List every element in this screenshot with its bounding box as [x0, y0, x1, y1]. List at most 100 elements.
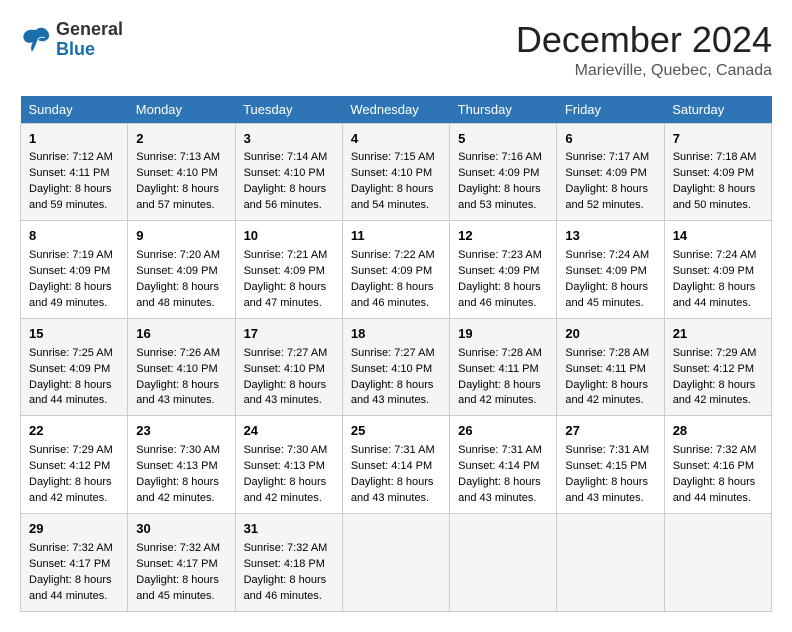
calendar-cell: 1Sunrise: 7:12 AMSunset: 4:11 PMDaylight…	[21, 123, 128, 221]
calendar-cell: 4Sunrise: 7:15 AMSunset: 4:10 PMDaylight…	[342, 123, 449, 221]
sunrise-text: Sunrise: 7:14 AM	[244, 151, 328, 163]
sunrise-text: Sunrise: 7:16 AM	[458, 151, 542, 163]
daylight-text: Daylight: 8 hours and 56 minutes.	[244, 183, 327, 211]
day-number: 26	[458, 422, 548, 441]
sunrise-text: Sunrise: 7:26 AM	[136, 347, 220, 359]
sunrise-text: Sunrise: 7:15 AM	[351, 151, 435, 163]
sunrise-text: Sunrise: 7:32 AM	[244, 542, 328, 554]
sunrise-text: Sunrise: 7:32 AM	[673, 444, 757, 456]
calendar-header-row: SundayMondayTuesdayWednesdayThursdayFrid…	[21, 96, 772, 124]
day-number: 20	[565, 325, 655, 344]
calendar-cell: 6Sunrise: 7:17 AMSunset: 4:09 PMDaylight…	[557, 123, 664, 221]
daylight-text: Daylight: 8 hours and 52 minutes.	[565, 183, 648, 211]
column-header-thursday: Thursday	[450, 96, 557, 124]
day-number: 13	[565, 227, 655, 246]
sunset-text: Sunset: 4:14 PM	[458, 460, 539, 472]
calendar-cell: 24Sunrise: 7:30 AMSunset: 4:13 PMDayligh…	[235, 416, 342, 514]
calendar-cell: 23Sunrise: 7:30 AMSunset: 4:13 PMDayligh…	[128, 416, 235, 514]
sunset-text: Sunset: 4:10 PM	[244, 167, 325, 179]
sunrise-text: Sunrise: 7:19 AM	[29, 249, 113, 261]
calendar-cell: 14Sunrise: 7:24 AMSunset: 4:09 PMDayligh…	[664, 221, 771, 319]
sunrise-text: Sunrise: 7:18 AM	[673, 151, 757, 163]
daylight-text: Daylight: 8 hours and 53 minutes.	[458, 183, 541, 211]
sunrise-text: Sunrise: 7:25 AM	[29, 347, 113, 359]
day-number: 31	[244, 520, 334, 539]
sunset-text: Sunset: 4:09 PM	[351, 265, 432, 277]
day-number: 5	[458, 130, 548, 149]
sunrise-text: Sunrise: 7:31 AM	[565, 444, 649, 456]
day-number: 8	[29, 227, 119, 246]
daylight-text: Daylight: 8 hours and 50 minutes.	[673, 183, 756, 211]
calendar-cell: 7Sunrise: 7:18 AMSunset: 4:09 PMDaylight…	[664, 123, 771, 221]
column-header-wednesday: Wednesday	[342, 96, 449, 124]
calendar-cell: 17Sunrise: 7:27 AMSunset: 4:10 PMDayligh…	[235, 318, 342, 416]
daylight-text: Daylight: 8 hours and 44 minutes.	[673, 281, 756, 309]
calendar-cell: 13Sunrise: 7:24 AMSunset: 4:09 PMDayligh…	[557, 221, 664, 319]
day-number: 1	[29, 130, 119, 149]
day-number: 15	[29, 325, 119, 344]
column-header-saturday: Saturday	[664, 96, 771, 124]
daylight-text: Daylight: 8 hours and 42 minutes.	[136, 476, 219, 504]
daylight-text: Daylight: 8 hours and 43 minutes.	[351, 476, 434, 504]
day-number: 18	[351, 325, 441, 344]
location-subtitle: Marieville, Quebec, Canada	[516, 62, 772, 80]
sunrise-text: Sunrise: 7:29 AM	[29, 444, 113, 456]
daylight-text: Daylight: 8 hours and 44 minutes.	[29, 574, 112, 602]
sunrise-text: Sunrise: 7:31 AM	[351, 444, 435, 456]
sunrise-text: Sunrise: 7:28 AM	[565, 347, 649, 359]
calendar-cell: 21Sunrise: 7:29 AMSunset: 4:12 PMDayligh…	[664, 318, 771, 416]
daylight-text: Daylight: 8 hours and 42 minutes.	[673, 379, 756, 407]
sunset-text: Sunset: 4:09 PM	[244, 265, 325, 277]
sunrise-text: Sunrise: 7:32 AM	[136, 542, 220, 554]
sunrise-text: Sunrise: 7:12 AM	[29, 151, 113, 163]
day-number: 22	[29, 422, 119, 441]
sunset-text: Sunset: 4:10 PM	[136, 167, 217, 179]
calendar-cell: 28Sunrise: 7:32 AMSunset: 4:16 PMDayligh…	[664, 416, 771, 514]
daylight-text: Daylight: 8 hours and 44 minutes.	[29, 379, 112, 407]
sunrise-text: Sunrise: 7:17 AM	[565, 151, 649, 163]
sunset-text: Sunset: 4:09 PM	[136, 265, 217, 277]
calendar-cell: 5Sunrise: 7:16 AMSunset: 4:09 PMDaylight…	[450, 123, 557, 221]
sunrise-text: Sunrise: 7:28 AM	[458, 347, 542, 359]
daylight-text: Daylight: 8 hours and 43 minutes.	[351, 379, 434, 407]
sunset-text: Sunset: 4:10 PM	[244, 363, 325, 375]
day-number: 2	[136, 130, 226, 149]
day-number: 10	[244, 227, 334, 246]
day-number: 6	[565, 130, 655, 149]
sunrise-text: Sunrise: 7:21 AM	[244, 249, 328, 261]
day-number: 3	[244, 130, 334, 149]
sunset-text: Sunset: 4:18 PM	[244, 558, 325, 570]
day-number: 19	[458, 325, 548, 344]
daylight-text: Daylight: 8 hours and 46 minutes.	[351, 281, 434, 309]
sunset-text: Sunset: 4:16 PM	[673, 460, 754, 472]
logo-blue-text: Blue	[56, 39, 95, 59]
day-number: 17	[244, 325, 334, 344]
sunset-text: Sunset: 4:17 PM	[136, 558, 217, 570]
sunset-text: Sunset: 4:09 PM	[673, 265, 754, 277]
calendar-cell	[664, 513, 771, 611]
day-number: 7	[673, 130, 763, 149]
sunset-text: Sunset: 4:13 PM	[244, 460, 325, 472]
day-number: 11	[351, 227, 441, 246]
daylight-text: Daylight: 8 hours and 46 minutes.	[244, 574, 327, 602]
day-number: 21	[673, 325, 763, 344]
calendar-cell: 16Sunrise: 7:26 AMSunset: 4:10 PMDayligh…	[128, 318, 235, 416]
sunset-text: Sunset: 4:09 PM	[29, 265, 110, 277]
day-number: 12	[458, 227, 548, 246]
day-number: 23	[136, 422, 226, 441]
daylight-text: Daylight: 8 hours and 42 minutes.	[458, 379, 541, 407]
calendar-cell: 9Sunrise: 7:20 AMSunset: 4:09 PMDaylight…	[128, 221, 235, 319]
sunset-text: Sunset: 4:12 PM	[29, 460, 110, 472]
calendar-cell: 18Sunrise: 7:27 AMSunset: 4:10 PMDayligh…	[342, 318, 449, 416]
calendar-cell: 29Sunrise: 7:32 AMSunset: 4:17 PMDayligh…	[21, 513, 128, 611]
calendar-cell	[342, 513, 449, 611]
sunrise-text: Sunrise: 7:31 AM	[458, 444, 542, 456]
daylight-text: Daylight: 8 hours and 43 minutes.	[565, 476, 648, 504]
daylight-text: Daylight: 8 hours and 49 minutes.	[29, 281, 112, 309]
daylight-text: Daylight: 8 hours and 42 minutes.	[565, 379, 648, 407]
calendar-cell: 30Sunrise: 7:32 AMSunset: 4:17 PMDayligh…	[128, 513, 235, 611]
calendar-cell: 25Sunrise: 7:31 AMSunset: 4:14 PMDayligh…	[342, 416, 449, 514]
column-header-friday: Friday	[557, 96, 664, 124]
calendar-cell	[450, 513, 557, 611]
sunrise-text: Sunrise: 7:24 AM	[673, 249, 757, 261]
